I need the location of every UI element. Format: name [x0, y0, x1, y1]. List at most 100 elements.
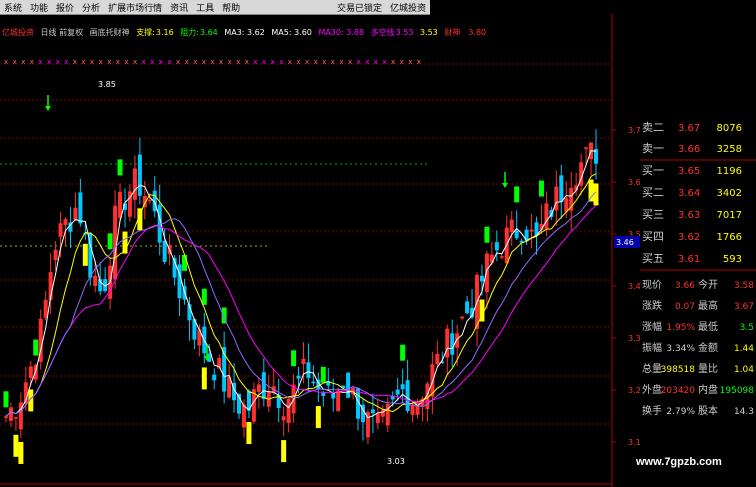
candle-body: [331, 393, 336, 399]
candle-body: [395, 389, 400, 395]
price-tag-label: 3.46: [616, 238, 634, 247]
buy-price: 3.64: [678, 188, 700, 199]
candle-body: [484, 253, 489, 293]
candle-body: [53, 249, 58, 261]
candle-body: [405, 380, 410, 411]
menu-bar: 系统 功能 报价 分析 扩展市场行情 资讯 工具 帮助 交易已锁定 亿城投资: [0, 0, 430, 15]
candle-body: [78, 192, 83, 224]
candle-body: [479, 275, 484, 282]
menu-item-tools[interactable]: 工具: [192, 1, 218, 14]
candle-body: [43, 299, 48, 318]
signal-marker: x: [4, 58, 8, 66]
signal-bar-yellow: [246, 422, 252, 445]
signal-marker: x: [348, 58, 352, 66]
signal-bar-yellow: [201, 367, 207, 390]
candle-body: [256, 384, 261, 392]
candle-body: [162, 240, 167, 262]
candle-body: [261, 372, 266, 399]
sell-price: 3.67: [678, 123, 700, 134]
signal-marker: x: [357, 58, 361, 66]
trade-locked-label[interactable]: 交易已锁定: [333, 1, 386, 14]
signal-bar-green: [107, 233, 113, 250]
menu-item-help[interactable]: 帮助: [218, 1, 244, 14]
candle-body: [400, 384, 405, 390]
candle-body: [13, 417, 18, 419]
signal-marker: x: [391, 58, 395, 66]
signal-bar-yellow: [18, 441, 24, 464]
candlestick-chart[interactable]: 3.703.603.503.403.303.203.103.46x x x x x x x x…: [0, 14, 756, 487]
stat-value: 3.58: [734, 281, 754, 291]
candle-body: [445, 328, 450, 358]
buy-label: 买三: [642, 208, 664, 221]
signal-marker: x: [167, 58, 171, 66]
signal-marker: x: [116, 58, 120, 66]
signal-marker: x: [202, 58, 206, 66]
buy-volume: 593: [723, 254, 742, 265]
buy-volume: 7017: [717, 210, 742, 221]
menu-item-quote[interactable]: 报价: [52, 1, 78, 14]
signal-marker: x: [271, 58, 275, 66]
stat-value: 195098: [720, 386, 755, 396]
signal-marker: x: [13, 58, 17, 66]
signal-marker: x: [305, 58, 309, 66]
signal-marker: x: [47, 58, 51, 66]
candle-body: [370, 409, 375, 414]
signal-marker: x: [142, 58, 146, 66]
sell-label: 卖二: [642, 121, 664, 134]
low-price-label: 3.03: [387, 457, 405, 466]
stat-label: 最高: [698, 299, 718, 312]
signal-marker: x: [314, 58, 318, 66]
signal-marker: x: [219, 58, 223, 66]
buy-volume: 3402: [717, 188, 742, 199]
signal-marker: x: [90, 58, 94, 66]
signal-marker: x: [253, 58, 257, 66]
candle-body: [281, 416, 286, 421]
stat-value: 3.5: [740, 323, 754, 333]
signal-bar-green: [484, 226, 490, 243]
menu-item-news[interactable]: 资讯: [166, 1, 192, 14]
signal-marker: x: [159, 58, 163, 66]
signal-marker: x: [279, 58, 283, 66]
signal-marker: x: [400, 58, 404, 66]
stat-value: 14.3: [734, 407, 754, 417]
candle-body: [296, 375, 301, 379]
sell-volume: 3258: [717, 144, 742, 155]
menu-item-analysis[interactable]: 分析: [78, 1, 104, 14]
menu-item-function[interactable]: 功能: [26, 1, 52, 14]
candle-body: [73, 207, 78, 220]
signal-marker: x: [210, 58, 214, 66]
candle-body: [306, 362, 311, 379]
candle-body: [93, 275, 98, 286]
chart-area[interactable]: 3.70 3.60 3.50 3.40 3.30 3.20 3.10 3.46 x x x x x x x x…: [0, 14, 756, 487]
menu-item-system[interactable]: 系统: [0, 1, 26, 14]
candle-body: [494, 242, 499, 251]
signal-marker: x: [374, 58, 378, 66]
candle-body: [58, 223, 63, 237]
buy-price: 3.62: [678, 232, 700, 243]
candle-body: [509, 219, 514, 233]
menu-item-extended-market[interactable]: 扩展市场行情: [104, 1, 166, 14]
stat-label: 涨跌: [642, 299, 662, 312]
watermark: www.7gpzb.com: [636, 456, 722, 468]
candle-body: [346, 372, 351, 398]
stat-label: 现价: [642, 279, 662, 291]
buy-volume: 1766: [717, 232, 742, 243]
arrow-down-icon: [502, 183, 508, 188]
candle-body: [321, 392, 326, 396]
signal-marker: x: [288, 58, 292, 66]
buy-price: 3.65: [678, 166, 700, 177]
signal-marker: x: [296, 58, 300, 66]
signal-marker: x: [236, 58, 240, 66]
stat-label: 量比: [698, 363, 718, 375]
signal-marker: x: [38, 58, 42, 66]
signal-marker: x: [73, 58, 77, 66]
signal-bar-yellow: [315, 406, 321, 429]
signal-marker: x: [408, 58, 412, 66]
stat-label: 总量: [642, 362, 662, 375]
arrow-down-icon: [45, 106, 51, 111]
sell-price: 3.66: [678, 144, 700, 155]
stat-label: 股本: [698, 404, 718, 417]
candle-body: [28, 366, 33, 378]
buy-label: 买五: [642, 252, 664, 265]
candle-body: [311, 381, 316, 384]
